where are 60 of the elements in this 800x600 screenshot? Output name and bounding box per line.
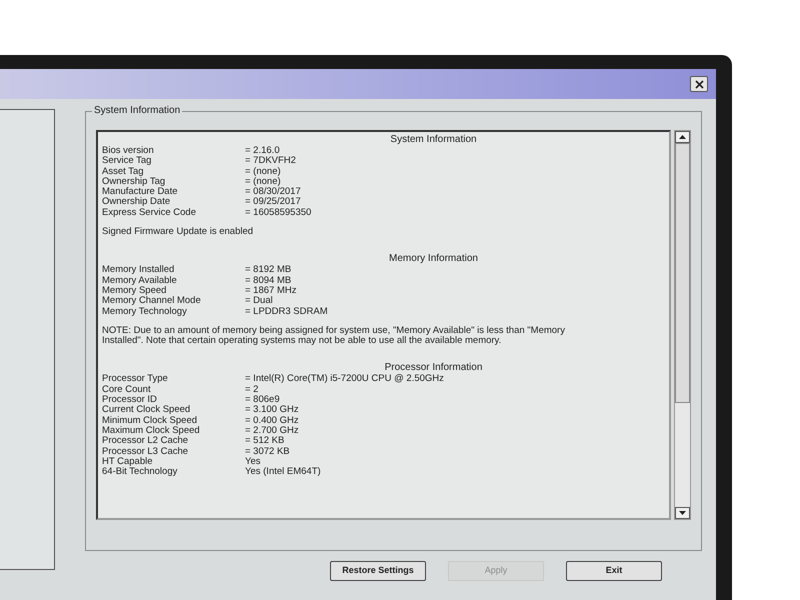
scroll-up-button[interactable] [675,131,690,143]
info-value: = 8094 MB [245,276,292,286]
info-value: = 16058595350 [245,208,312,218]
info-label: Memory Channel Mode [102,296,202,307]
info-label: Express Service Code [102,208,197,218]
close-icon [694,80,704,88]
info-value: = 1867 MHz [245,286,296,296]
info-label: Memory Installed [102,265,176,276]
info-note: Signed Firmware Update is enabled [102,227,254,238]
info-value: = 8192 MB [245,265,292,276]
scroll-down-button[interactable] [675,507,690,519]
scrollbar[interactable] [674,130,691,520]
info-value: = 2.700 GHz [245,426,299,436]
group-title: System Information [92,104,182,118]
info-value: = 7DKVFH2 [245,156,296,167]
info-label: Minimum Clock Speed [102,416,198,426]
info-label: Ownership Date [102,197,172,208]
info-label: Service Tag [102,156,152,167]
info-label: Processor ID [102,395,157,406]
info-label: Memory Speed [102,286,168,296]
info-label: Maximum Clock Speed [102,426,201,436]
dialog-button[interactable]: Restore Settings [330,561,426,581]
info-label: Processor Type [102,374,169,385]
info-value: Yes [245,456,260,468]
info-value: = 806e9 [245,395,280,406]
info-label: Memory Technology [102,306,188,317]
info-value: Yes (Intel EM64T) [245,467,321,478]
info-value: = (none) [245,176,281,187]
scroll-thumb[interactable] [675,143,690,403]
info-label: Manufacture Date [102,187,179,198]
info-label: Ownership Tag [102,176,166,187]
info-label: Memory Available [102,276,178,286]
info-label: Processor L3 Cache [102,446,190,457]
info-value: = 0.400 GHz [245,416,299,426]
info-label: Asset Tag [102,166,144,177]
section-heading: Processor Information [384,362,484,374]
info-value: = 08/30/2017 [245,187,301,198]
info-label: 64-Bit Technology [102,467,178,478]
info-note: NOTE: Due to an amount of memory being assigned for system use, "Memory Available" is less than "Memory Installed". Note that certain operating systems may not be able to use all the available memory. [102,326,566,346]
info-value: = (none) [245,166,281,177]
dialog-button[interactable]: Exit [566,561,662,581]
info-label: Core Count [102,384,152,396]
down-arrow-icon [679,511,686,515]
close-button[interactable] [690,76,708,92]
info-value: = 3072 KB [245,446,290,457]
info-value: = Intel(R) Core(TM) i5-7200U CPU @ 2.50GHz [245,374,444,385]
up-arrow-icon [679,135,686,139]
info-value: = 3.100 GHz [245,405,299,416]
info-value: = Dual [245,296,273,307]
info-value: = 09/25/2017 [245,197,301,208]
info-value: = 512 KB [245,436,284,447]
info-value: = 2.16.0 [245,146,280,156]
info-value: = LPDDR3 SDRAM [245,306,328,317]
section-heading: Memory Information [388,253,479,266]
info-label: HT Capable [102,456,154,467]
info-value: = 2 [245,384,258,395]
section-heading: System Information [389,134,478,146]
info-label: Bios version [102,146,155,156]
info-label: Current Clock Speed [102,405,192,416]
info-label: Processor L2 Cache [102,436,190,447]
